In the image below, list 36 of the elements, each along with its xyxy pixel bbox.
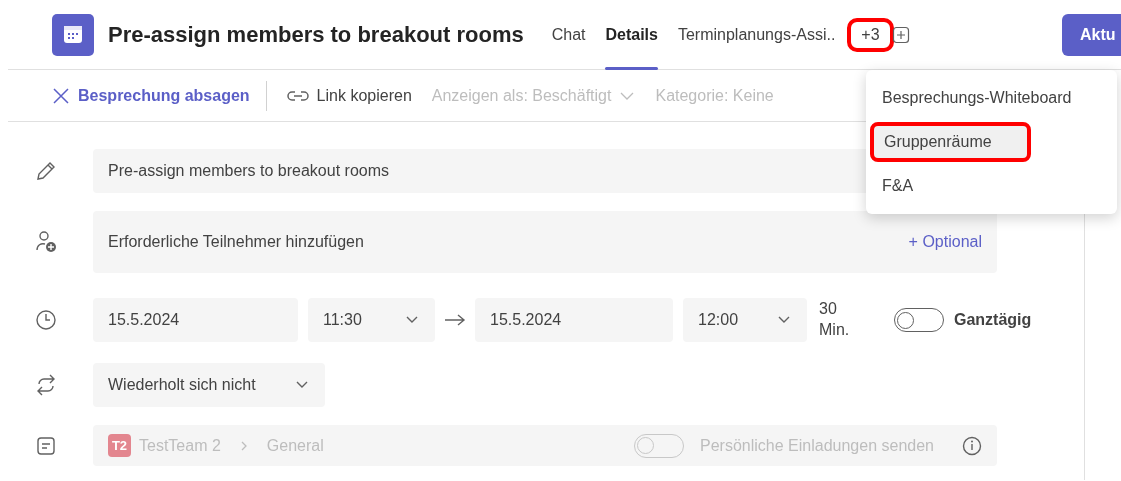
menu-item[interactable]: Gruppenräume xyxy=(870,122,1031,162)
attendees-placeholder: Erforderliche Teilnehmer hinzufügen xyxy=(108,233,364,251)
link-icon xyxy=(286,89,309,102)
personal-invites-label: Persönliche Einladungen senden xyxy=(700,436,934,455)
calendar-icon xyxy=(52,13,94,56)
tab[interactable]: Chat xyxy=(541,0,596,70)
add-tab-icon[interactable] xyxy=(891,25,910,44)
menu-item[interactable]: F&A xyxy=(866,166,1111,206)
update-button[interactable]: Aktu xyxy=(1062,13,1121,56)
cancel-meeting-button[interactable]: Besprechung absagen xyxy=(52,86,260,105)
menu-item[interactable]: Besprechungs-Whiteboard xyxy=(866,78,1111,118)
tab[interactable]: Terminplanungs-Assi.. xyxy=(667,0,846,70)
team-name: TestTeam 2 xyxy=(139,436,221,455)
attendees-field[interactable]: Erforderliche Teilnehmer hinzufügen + Optional xyxy=(93,211,997,273)
close-icon xyxy=(52,86,70,105)
pencil-icon xyxy=(34,160,57,182)
tab[interactable]: Details xyxy=(595,0,668,70)
channel-icon xyxy=(35,435,56,456)
all-day-label: Ganztägig xyxy=(954,311,1032,329)
add-person-icon xyxy=(34,231,57,253)
optional-link[interactable]: + Optional xyxy=(908,233,982,251)
channel-name: General xyxy=(266,436,324,455)
date-field[interactable]: 15.5.2024 xyxy=(475,298,673,342)
time-dropdown[interactable]: 12:00 xyxy=(683,298,807,342)
copy-link-button[interactable]: Link kopieren xyxy=(276,86,422,105)
title-field[interactable]: Pre-assign members to breakout rooms xyxy=(93,149,866,193)
date-field[interactable]: 15.5.2024 xyxy=(93,298,298,342)
meeting-title: Pre-assign members to breakout rooms xyxy=(108,21,524,48)
info-icon xyxy=(962,435,982,456)
time-dropdown[interactable]: 11:30 xyxy=(308,298,435,342)
clock-icon xyxy=(34,309,57,331)
team-badge: T2 xyxy=(108,434,131,457)
more-tabs-button[interactable]: +3 xyxy=(849,19,892,50)
repeat-dropdown[interactable]: Wiederholt sich nicht xyxy=(93,363,325,407)
duration-label: 30 Min. xyxy=(819,299,851,340)
arrow-right-icon xyxy=(444,313,466,327)
